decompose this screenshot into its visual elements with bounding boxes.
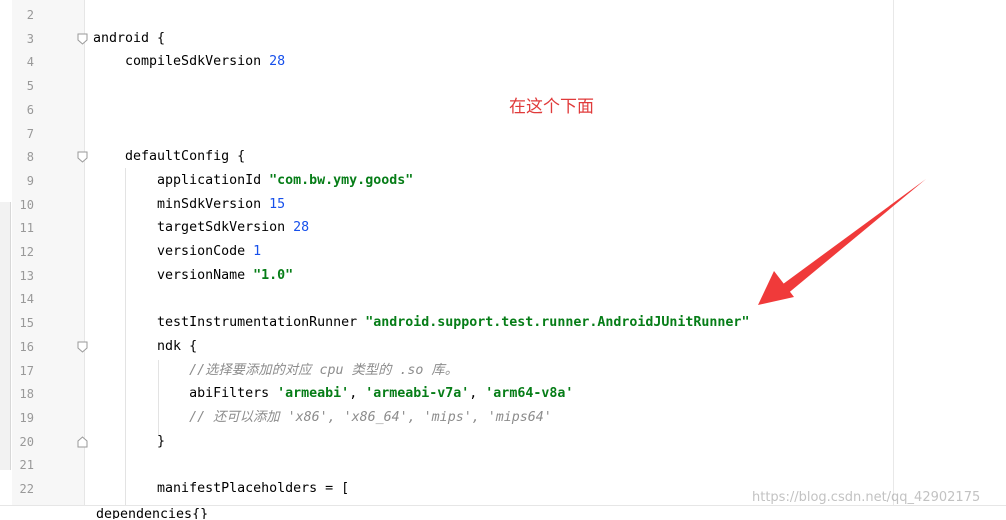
- line-number: 11: [19, 221, 34, 236]
- string-literal: 'armeabi': [277, 386, 350, 402]
- line-number: 9: [26, 173, 34, 188]
- code-line: testInstrumentationRunner "android.suppo…: [93, 311, 749, 335]
- string-literal: 'armeabi-v7a': [365, 386, 470, 402]
- line-number: 21: [19, 458, 34, 473]
- fold-marker-icon[interactable]: [77, 151, 88, 163]
- number-literal: 28: [269, 54, 286, 70]
- code-line: minSdkVersion 15: [93, 193, 285, 217]
- code-comment: // 还可以添加 'x86', 'x86_64', 'mips', 'mips6…: [189, 409, 552, 425]
- line-number: 12: [19, 245, 34, 259]
- bottom-breadcrumb[interactable]: dependencies{}: [96, 505, 208, 519]
- code-line: //选择要添加的对应 cpu 类型的 .so 库。: [93, 359, 458, 383]
- code-line: defaultConfig {: [93, 145, 245, 169]
- code-text: ,: [349, 386, 366, 402]
- string-literal: "1.0": [253, 267, 294, 283]
- code-text: ndk {: [93, 338, 198, 354]
- line-number: 20: [19, 434, 34, 449]
- code-text: abiFilters: [93, 386, 278, 402]
- code-text: defaultConfig {: [93, 149, 246, 165]
- line-number: 16: [19, 339, 34, 354]
- code-line: android {: [93, 27, 165, 51]
- line-number: 8: [26, 150, 34, 165]
- code-comment: //选择要添加的对应 cpu 类型的 .so 库。: [189, 362, 459, 378]
- code-line: }: [93, 430, 165, 454]
- line-number: 6: [26, 102, 34, 117]
- fold-marker-icon[interactable]: [77, 435, 88, 448]
- code-line: targetSdkVersion 28: [93, 216, 309, 240]
- left-tool-strip: [0, 0, 11, 519]
- line-number: 10: [19, 197, 34, 212]
- line-number: 15: [19, 316, 34, 331]
- line-number: 13: [19, 268, 34, 283]
- annotation-arrow-icon: [758, 179, 926, 305]
- watermark: https://blog.csdn.net/qq_42902175: [752, 490, 981, 505]
- line-number: 19: [19, 410, 34, 425]
- line-number: 4: [26, 55, 34, 70]
- code-text: android {: [93, 30, 166, 46]
- code-line: versionName "1.0": [93, 264, 293, 288]
- code-line: manifestPlaceholders = [: [93, 477, 349, 501]
- code-line: compileSdkVersion 28: [93, 50, 285, 74]
- number-literal: 28: [293, 220, 310, 236]
- left-strip-segment: [0, 202, 11, 470]
- annotation-text: 在这个下面: [509, 97, 594, 117]
- code-text: versionCode: [93, 244, 254, 259]
- code-line: ndk {: [93, 335, 197, 359]
- line-number: 18: [19, 387, 34, 402]
- code-text: }: [93, 433, 166, 449]
- code-line: applicationId "com.bw.ymy.goods": [93, 169, 413, 193]
- number-literal: 1: [253, 244, 262, 259]
- code-text: manifestPlaceholders = [: [93, 481, 350, 496]
- line-number: 5: [26, 79, 34, 94]
- code-line: // 还可以添加 'x86', 'x86_64', 'mips', 'mips6…: [93, 406, 552, 430]
- code-text: targetSdkVersion: [93, 220, 294, 236]
- code-text: minSdkVersion: [93, 196, 270, 212]
- code-text: applicationId: [93, 172, 270, 188]
- line-number: 14: [19, 292, 34, 307]
- code-text: testInstrumentationRunner: [93, 315, 366, 331]
- line-number: 7: [26, 126, 34, 141]
- fold-marker-icon[interactable]: [77, 33, 88, 45]
- code-text: versionName: [93, 267, 254, 283]
- code-line: abiFilters 'armeabi', 'armeabi-v7a', 'ar…: [93, 382, 573, 406]
- line-number: 3: [26, 31, 34, 46]
- fold-marker-icon[interactable]: [77, 341, 88, 353]
- number-literal: 15: [269, 196, 286, 212]
- string-literal: "com.bw.ymy.goods": [269, 172, 414, 188]
- line-number: 22: [19, 482, 34, 496]
- line-number: 2: [26, 8, 34, 22]
- string-literal: "android.support.test.runner.AndroidJUni…: [365, 315, 750, 331]
- string-literal: 'arm64-v8a': [485, 386, 574, 402]
- code-text: compileSdkVersion: [93, 54, 270, 70]
- code-line: versionCode 1: [93, 240, 261, 264]
- code-text: ,: [469, 386, 486, 402]
- line-number: 17: [19, 363, 34, 378]
